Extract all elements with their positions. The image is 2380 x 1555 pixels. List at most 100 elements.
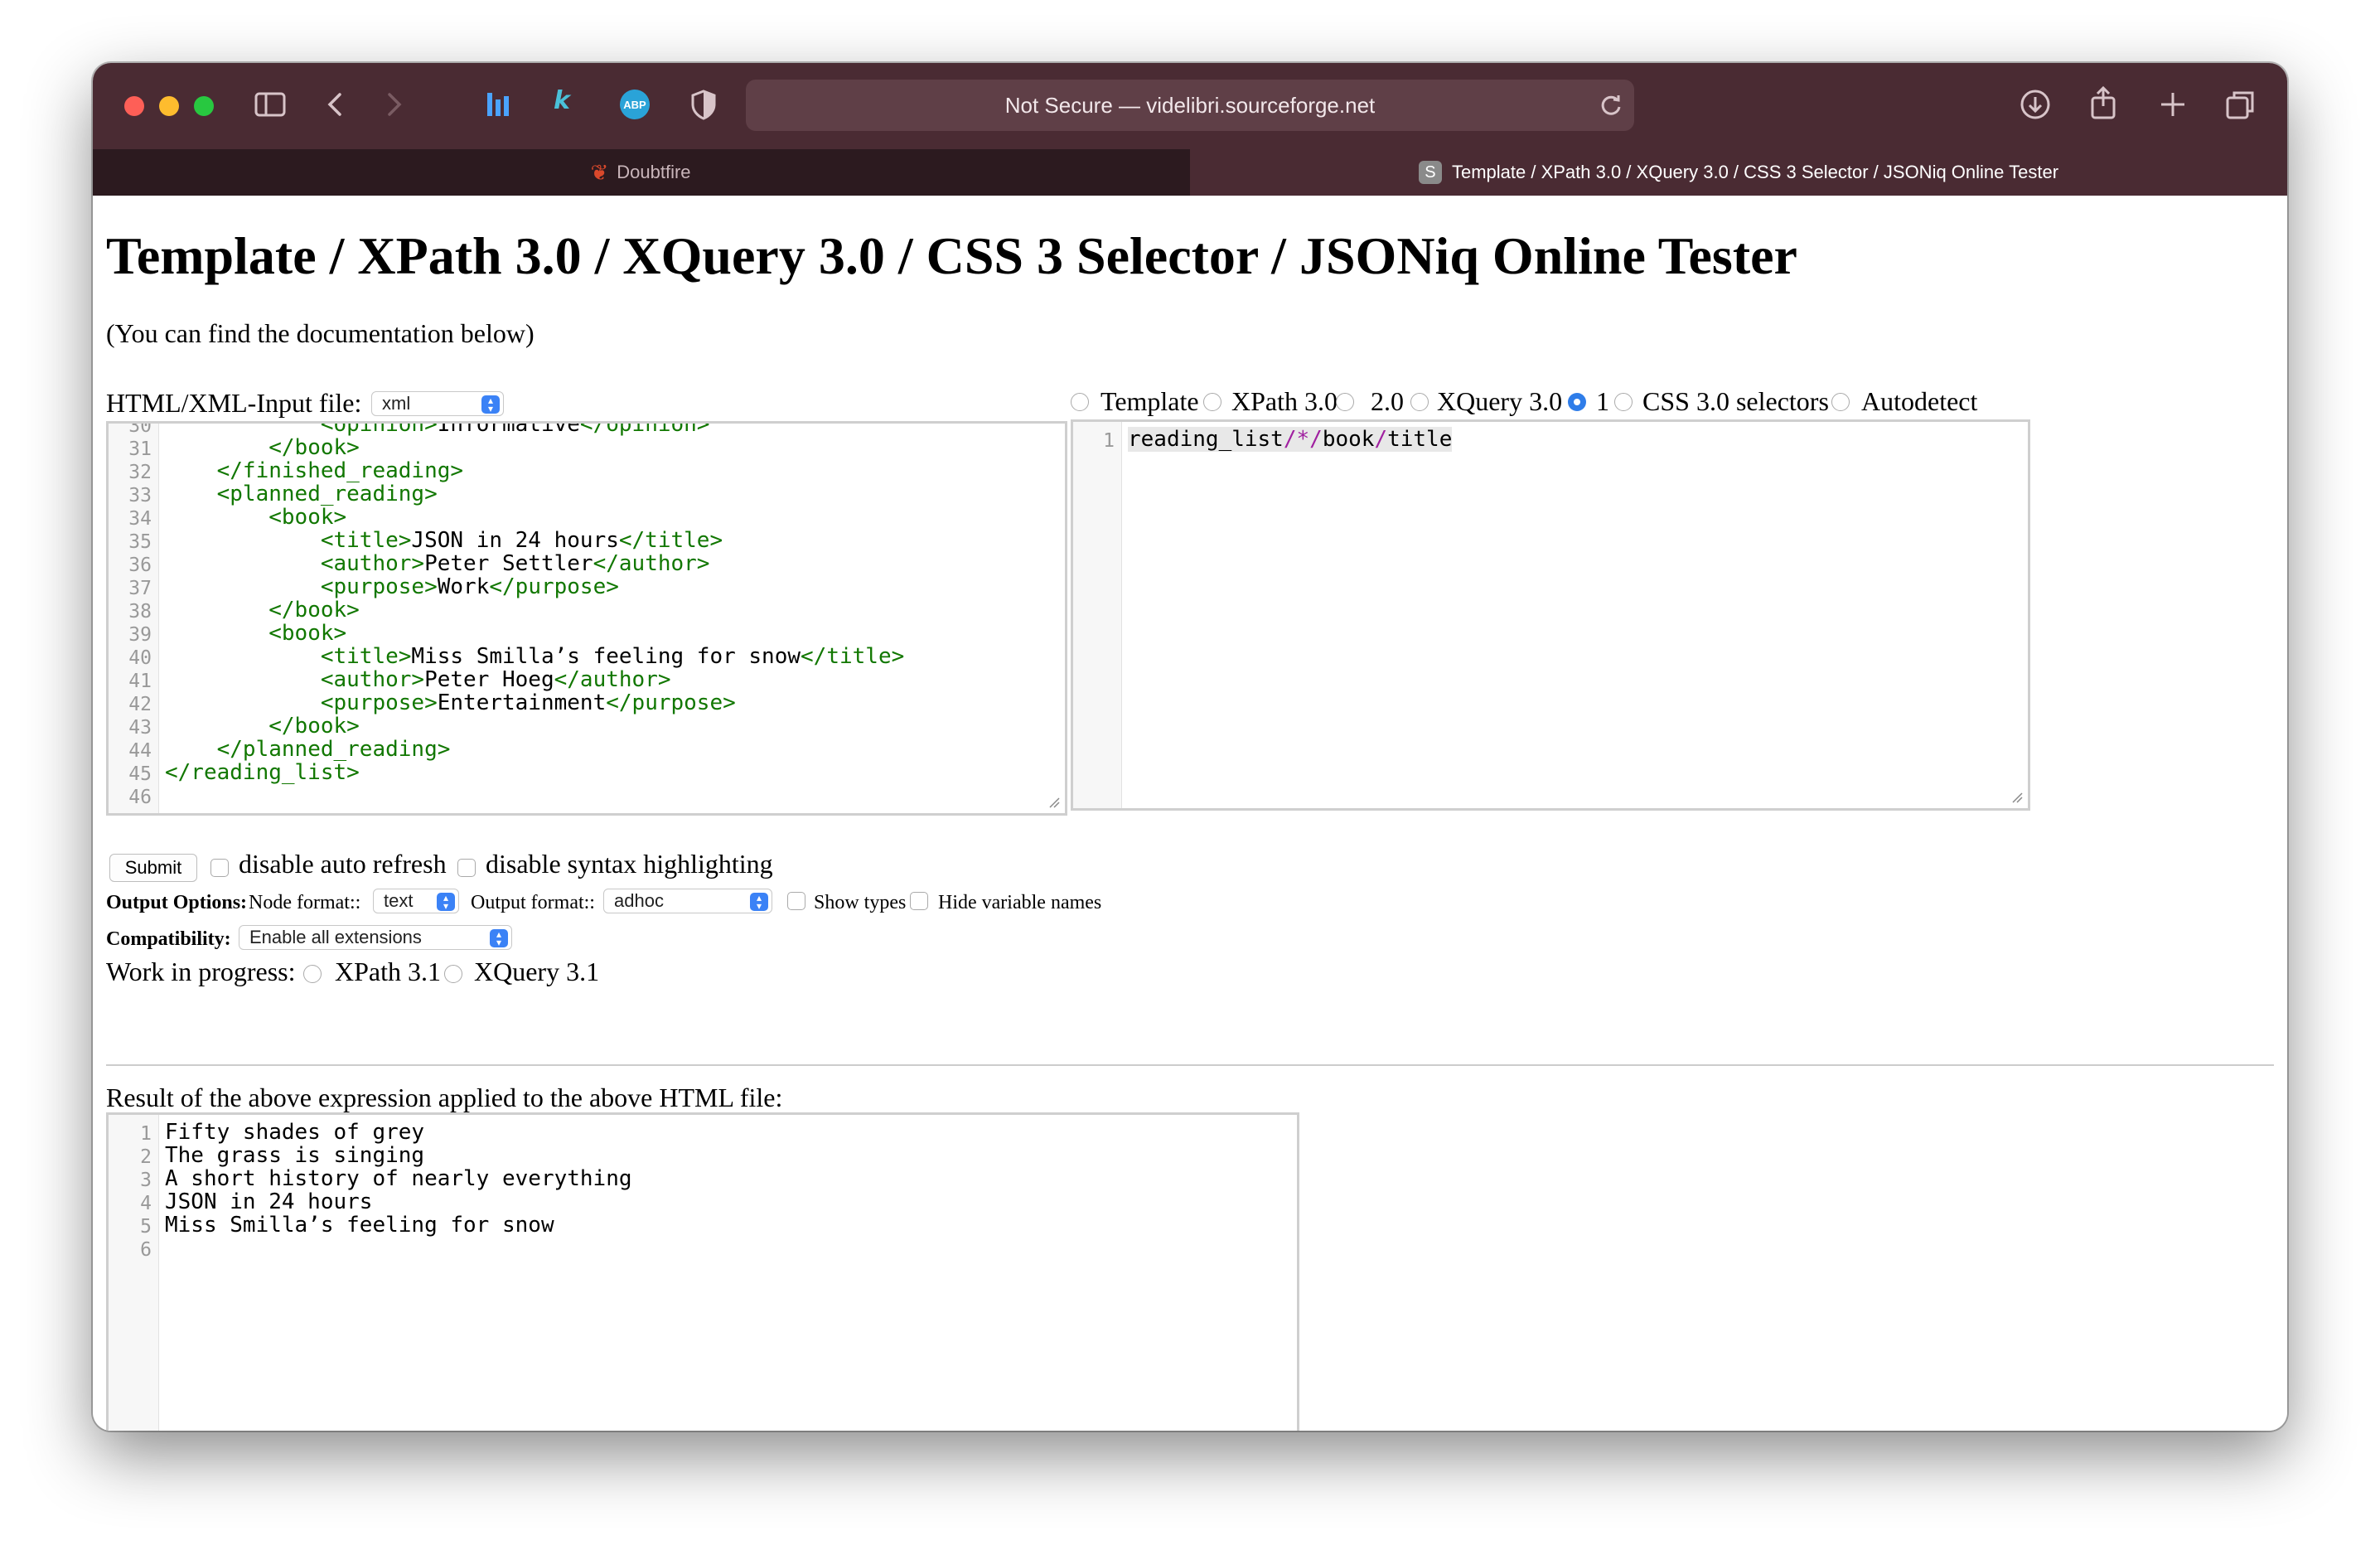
address-bar[interactable]: Not Secure — videlibri.sourceforge.net [746, 80, 1634, 131]
sidebar-toggle-icon[interactable] [254, 88, 287, 124]
resize-grip-icon[interactable] [2011, 792, 2023, 803]
shield-icon[interactable] [689, 88, 718, 124]
output-format-select[interactable]: adhoc ▴ ▾ [603, 889, 772, 913]
mode-autodetect-radio[interactable] [1831, 393, 1850, 411]
line-number: 2 [140, 1146, 152, 1168]
line-number: 41 [128, 671, 152, 692]
compatibility-select[interactable]: Enable all extensions ▴ ▾ [239, 925, 512, 950]
code-token: </book> [268, 714, 360, 739]
input-xml-editor[interactable]: 30 31 32 33 34 35 36 37 38 39 40 41 42 43 44 45 46 <opin… [106, 421, 1067, 816]
compatibility-label: Compatibility: [106, 928, 231, 950]
code-token: <book> [268, 621, 347, 646]
show-types-checkbox[interactable] [787, 892, 805, 910]
code-token: <title> [320, 644, 412, 669]
result-editor[interactable]: 123456 Fifty shades of grey The grass is … [106, 1112, 1299, 1431]
reload-icon[interactable] [1599, 93, 1623, 121]
query-editor[interactable]: 1 reading_list/*/book/title [1071, 419, 2030, 811]
line-number: 42 [128, 694, 152, 715]
forward-icon[interactable] [381, 88, 406, 124]
code-line: </book> [165, 598, 360, 622]
line-number: 30 [128, 421, 152, 437]
input-format-select[interactable]: xml ▴ ▾ [371, 391, 504, 416]
code-token: <planned_reading> [216, 482, 438, 506]
mode-css-radio[interactable] [1614, 393, 1633, 411]
page-content: Template / XPath 3.0 / XQuery 3.0 / CSS … [93, 196, 2287, 1431]
wip-xpath31-radio[interactable] [303, 965, 322, 983]
code-token: </planned_reading> [216, 737, 451, 762]
code-line: <title>JSON in 24 hours</title> [165, 528, 723, 553]
mode-xpath20-radio[interactable] [1336, 393, 1354, 411]
disable-syntax-highlighting-checkbox[interactable] [457, 859, 476, 877]
mode-xquery1-label: 1 [1596, 386, 1609, 416]
mode-css-label: CSS 3.0 selectors [1642, 386, 1829, 416]
code-token: <title> [320, 528, 412, 553]
submit-button[interactable]: Submit [109, 854, 197, 882]
abp-icon[interactable]: ABP [618, 88, 651, 124]
node-format-label: Node format:: [249, 892, 361, 913]
line-number: 6 [140, 1239, 152, 1261]
code-line: <author>Peter Hoeg</author> [165, 667, 671, 692]
hide-variable-names-checkbox[interactable] [910, 892, 928, 910]
mode-xpath30-radio[interactable] [1203, 393, 1221, 411]
result-line: A short history of nearly everything [165, 1166, 632, 1191]
close-window-button[interactable] [124, 96, 144, 116]
line-number: 37 [128, 578, 152, 599]
tab-bar: ❦ Doubtfire S Template / XPath 3.0 / XQu… [93, 149, 2287, 196]
line-number: 39 [128, 624, 152, 646]
result-line: JSON in 24 hours [165, 1189, 373, 1214]
code-token: <author> [320, 551, 425, 576]
mode-xquery1-radio[interactable] [1568, 393, 1586, 411]
wip-xquery31-radio[interactable] [444, 965, 462, 983]
disable-auto-refresh-label: disable auto refresh [239, 849, 447, 879]
tab-tester[interactable]: S Template / XPath 3.0 / XQuery 3.0 / CS… [1190, 149, 2287, 196]
line-number: 34 [128, 508, 152, 530]
zoom-window-button[interactable] [194, 96, 214, 116]
page-title: Template / XPath 3.0 / XQuery 3.0 / CSS … [106, 226, 1797, 285]
doubtfire-favicon-icon: ❦ [590, 159, 609, 185]
line-number: 46 [128, 787, 152, 808]
code-line: <purpose>Work</purpose> [165, 574, 619, 599]
mode-template-radio[interactable] [1071, 393, 1089, 411]
resize-grip-icon[interactable] [1048, 797, 1060, 808]
download-icon[interactable] [2019, 88, 2052, 124]
code-token: <book> [268, 505, 347, 530]
output-format-label: Output format:: [471, 892, 595, 913]
line-number: 3 [140, 1170, 152, 1191]
tab-doubtfire[interactable]: ❦ Doubtfire [93, 149, 1188, 196]
code-token: </purpose> [606, 690, 736, 715]
back-icon[interactable] [323, 88, 348, 124]
new-tab-icon[interactable] [2158, 88, 2188, 124]
k-extension-icon[interactable]: k [554, 86, 570, 115]
chevron-updown-icon: ▴ ▾ [750, 893, 768, 911]
wip-xpath31-label: XPath 3.1 [335, 957, 441, 986]
browser-window: k ABP Not Secure — videlibri.sourceforge… [93, 63, 2287, 1431]
disable-auto-refresh-checkbox[interactable] [210, 859, 229, 877]
code-line: <title>Miss Smilla’s feeling for snow</t… [165, 644, 904, 669]
line-number: 33 [128, 485, 152, 506]
tab-overview-icon[interactable] [2224, 88, 2257, 124]
mode-template-label: Template [1101, 386, 1199, 416]
share-icon[interactable] [2088, 85, 2118, 124]
line-number: 32 [128, 462, 152, 483]
show-types-label: Show types [814, 892, 907, 913]
query-part: reading_list [1128, 427, 1284, 452]
line-number: 40 [128, 647, 152, 669]
line-number: 44 [128, 740, 152, 762]
code-token: <purpose> [320, 690, 438, 715]
node-format-select[interactable]: text ▴ ▾ [373, 889, 459, 913]
code-token: JSON in 24 hours [411, 528, 619, 553]
code-line: </book> [165, 435, 360, 460]
minimize-window-button[interactable] [159, 96, 179, 116]
mode-xquery30-radio[interactable] [1410, 393, 1429, 411]
section-divider [106, 1064, 2274, 1066]
mode-xpath30-label: XPath 3.0 [1231, 386, 1338, 416]
tracker-icon[interactable] [484, 88, 514, 124]
result-gutter: 123456 [109, 1115, 159, 1431]
disable-syntax-highlighting-label: disable syntax highlighting [486, 849, 773, 879]
wip-xquery31-label: XQuery 3.1 [474, 957, 600, 986]
code-token: </reading_list> [165, 760, 360, 785]
